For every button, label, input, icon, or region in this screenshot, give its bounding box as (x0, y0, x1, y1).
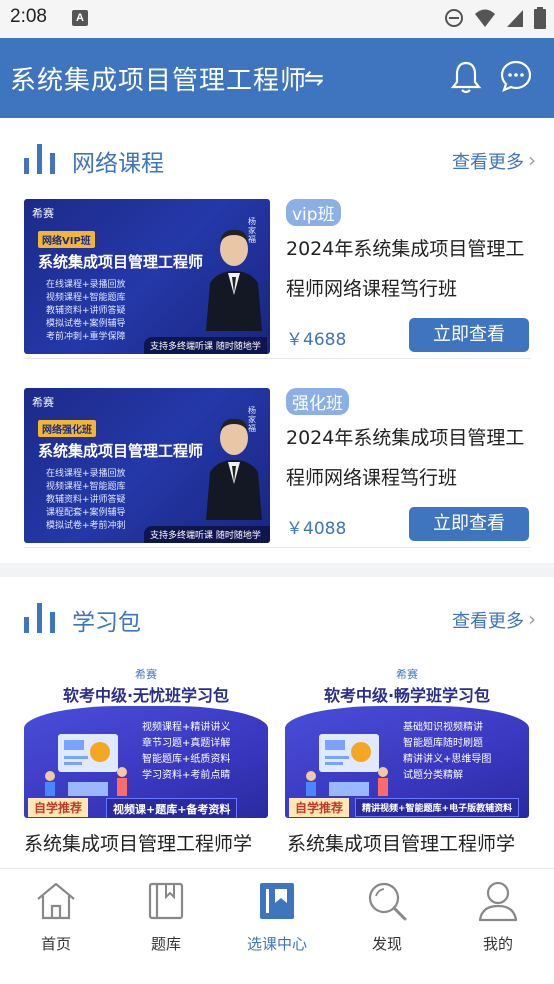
pack-banner-title: 软考中级·畅学班学习包 (323, 686, 491, 705)
pack-feature: 章节习题+真题详解 (142, 738, 231, 749)
thumb-slogan: 支持多终端听课 随时随地学习 (144, 526, 270, 543)
section-title: 学习包 (72, 610, 141, 636)
home-icon (37, 882, 75, 920)
battery-icon (534, 7, 546, 29)
pack-feature: 试题分类精解 (403, 770, 463, 781)
teacher-name: 杨家福 (248, 217, 256, 244)
thumb-title: 系统集成项目管理工程师 (38, 253, 204, 271)
class-badge: 强化班 (286, 388, 349, 415)
packs-section: 学习包 查看更多 › 希赛 软考中级·无忧班学习包 视频课程+精讲讲义 章节习题… (0, 577, 554, 868)
tab-mine[interactable]: 我的 (448, 879, 548, 954)
pack-tag-left: 自学推荐 (28, 798, 89, 817)
thumb-tag: 网络强化班 (38, 420, 96, 437)
thumb-feature: 视频课程+智能题库 (46, 293, 126, 303)
pack-feature: 智能题库随时刷题 (403, 738, 483, 749)
signal-icon (507, 10, 523, 27)
pack-feature: 学习资料+考前点睛 (142, 770, 231, 781)
pack-feature-list: 基础知识视频精讲 智能题库随时刷题 精讲讲义+思维导图 试题分类精解 (403, 720, 491, 784)
course-name[interactable]: 2024年系统集成项目管理工程师网络课程笃行班 (286, 418, 526, 498)
thumb-feature: 在线课程+录播回放 (46, 280, 126, 290)
chevron-right-icon[interactable]: › (528, 607, 536, 631)
user-icon (478, 881, 518, 922)
study-illustration-icon (306, 734, 388, 796)
course-price: ￥4688 (286, 330, 347, 350)
tab-home[interactable]: 首页 (6, 879, 106, 954)
view-more-link[interactable]: 查看更多 (452, 148, 524, 174)
thumb-feature-list: 在线课程+录播回放 视频课程+智能题库 教辅资料+讲师答疑 课程配套+案例辅导 … (46, 468, 126, 533)
pack-name[interactable]: 系统集成项目管理工程师学 (287, 829, 531, 856)
thumb-feature: 模拟试卷+考前冲刺 (46, 521, 126, 531)
pack-feature: 精讲讲义+思维导图 (403, 754, 492, 765)
swap-exam-icon[interactable]: ⇋ (304, 64, 324, 92)
course-center-icon (260, 883, 294, 919)
message-icon[interactable] (500, 60, 532, 92)
thumb-tag: 网络VIP班 (38, 231, 95, 248)
course-card[interactable]: 希赛 网络VIP班 系统集成项目管理工程师 在线课程+录播回放 视频课程+智能题… (24, 199, 530, 359)
courses-header: 网络课程 查看更多 › (0, 118, 554, 198)
chevron-right-icon[interactable]: › (528, 148, 536, 172)
pack-tag-right: 视频课+题库+备考资料 (106, 798, 238, 818)
course-thumbnail[interactable]: 希赛 网络VIP班 系统集成项目管理工程师 在线课程+录播回放 视频课程+智能题… (24, 199, 270, 354)
study-illustration-icon (45, 734, 127, 796)
brand-logo: 希赛 (32, 207, 54, 220)
pack-card[interactable]: 希赛 软考中级·畅学班学习包 基础知识视频精讲 智能题库随时刷题 精讲讲义+思维… (285, 662, 529, 818)
status-bar: 2:08 A (0, 0, 554, 38)
thumb-slogan: 支持多终端听课 随时随地学 (144, 337, 267, 354)
search-icon (368, 882, 407, 921)
status-icons (444, 7, 546, 29)
bottom-tab-bar: 首页 题库 选课中心 发现 我的 (0, 868, 554, 984)
thumb-feature: 在线课程+录播回放 (46, 469, 126, 479)
view-now-button[interactable]: 立即查看 (409, 507, 529, 541)
status-time: 2:08 (10, 6, 47, 27)
tab-label: 首页 (40, 935, 71, 953)
class-badge: vip班 (286, 199, 341, 226)
wifi-icon (475, 9, 495, 27)
course-price: ￥4088 (286, 519, 347, 539)
bar-chart-icon (24, 603, 55, 633)
pack-tag-right: 精讲视频+智能题库+电子版教辅资料 (355, 798, 520, 817)
thumb-feature: 教辅资料+讲师答疑 (46, 306, 126, 316)
brand-logo: 希赛 (32, 396, 54, 409)
packs-header: 学习包 查看更多 › (0, 577, 554, 657)
tab-label: 题库 (150, 935, 181, 953)
thumb-feature: 考前冲刺+重学保障 (46, 332, 126, 342)
pack-feature: 智能题库+纸质资料 (142, 754, 231, 765)
brand-logo: 希赛 (396, 668, 418, 681)
bell-icon[interactable] (450, 60, 482, 94)
thumb-feature: 视频课程+智能题库 (46, 482, 126, 492)
tab-discover[interactable]: 发现 (337, 879, 437, 954)
pack-feature-list: 视频课程+精讲讲义 章节习题+真题详解 智能题库+纸质资料 学习资料+考前点睛 (142, 720, 230, 784)
course-card[interactable]: 希赛 网络强化班 系统集成项目管理工程师 在线课程+录播回放 视频课程+智能题库… (24, 388, 530, 548)
pack-tag-left: 自学推荐 (289, 798, 350, 817)
pack-banner-title: 软考中级·无忧班学习包 (62, 686, 230, 705)
pack-feature: 基础知识视频精讲 (403, 722, 483, 733)
thumb-title: 系统集成项目管理工程师 (38, 442, 204, 460)
tab-question-bank[interactable]: 题库 (116, 879, 216, 954)
dnd-icon (445, 9, 463, 27)
tab-label: 选课中心 (246, 935, 307, 953)
tab-label: 我的 (482, 935, 513, 953)
view-more-link[interactable]: 查看更多 (452, 607, 524, 633)
tab-label: 发现 (371, 935, 402, 953)
thumb-feature: 课程配套+案例辅导 (46, 508, 126, 518)
thumb-feature: 教辅资料+讲师答疑 (46, 495, 126, 505)
book-icon (148, 882, 184, 920)
courses-section: 网络课程 查看更多 › 希赛 网络VIP班 系统集成项目管理工程师 在线课程+录… (0, 118, 554, 563)
brand-logo: 希赛 (135, 668, 157, 681)
view-now-button[interactable]: 立即查看 (409, 318, 529, 352)
teacher-name: 杨家福 (248, 406, 256, 433)
pack-card[interactable]: 希赛 软考中级·无忧班学习包 视频课程+精讲讲义 章节习题+真题详解 智能题库+… (24, 662, 268, 818)
app-header: 系统集成项目管理工程师 ⇋ (0, 38, 554, 118)
tab-course-center[interactable]: 选课中心 (227, 879, 327, 954)
pack-feature: 视频课程+精讲讲义 (142, 722, 231, 733)
pack-name[interactable]: 系统集成项目管理工程师学 (24, 829, 268, 856)
course-thumbnail[interactable]: 希赛 网络强化班 系统集成项目管理工程师 在线课程+录播回放 视频课程+智能题库… (24, 388, 270, 543)
exam-title[interactable]: 系统集成项目管理工程师 (10, 60, 307, 97)
bar-chart-icon (24, 144, 55, 174)
section-title: 网络课程 (72, 151, 164, 177)
notification-icon: A (72, 10, 88, 26)
thumb-feature-list: 在线课程+录播回放 视频课程+智能题库 教辅资料+讲师答疑 模拟试卷+案例辅导 … (46, 279, 126, 344)
course-name[interactable]: 2024年系统集成项目管理工程师网络课程笃行班 (286, 229, 526, 309)
thumb-feature: 模拟试卷+案例辅导 (46, 319, 126, 329)
